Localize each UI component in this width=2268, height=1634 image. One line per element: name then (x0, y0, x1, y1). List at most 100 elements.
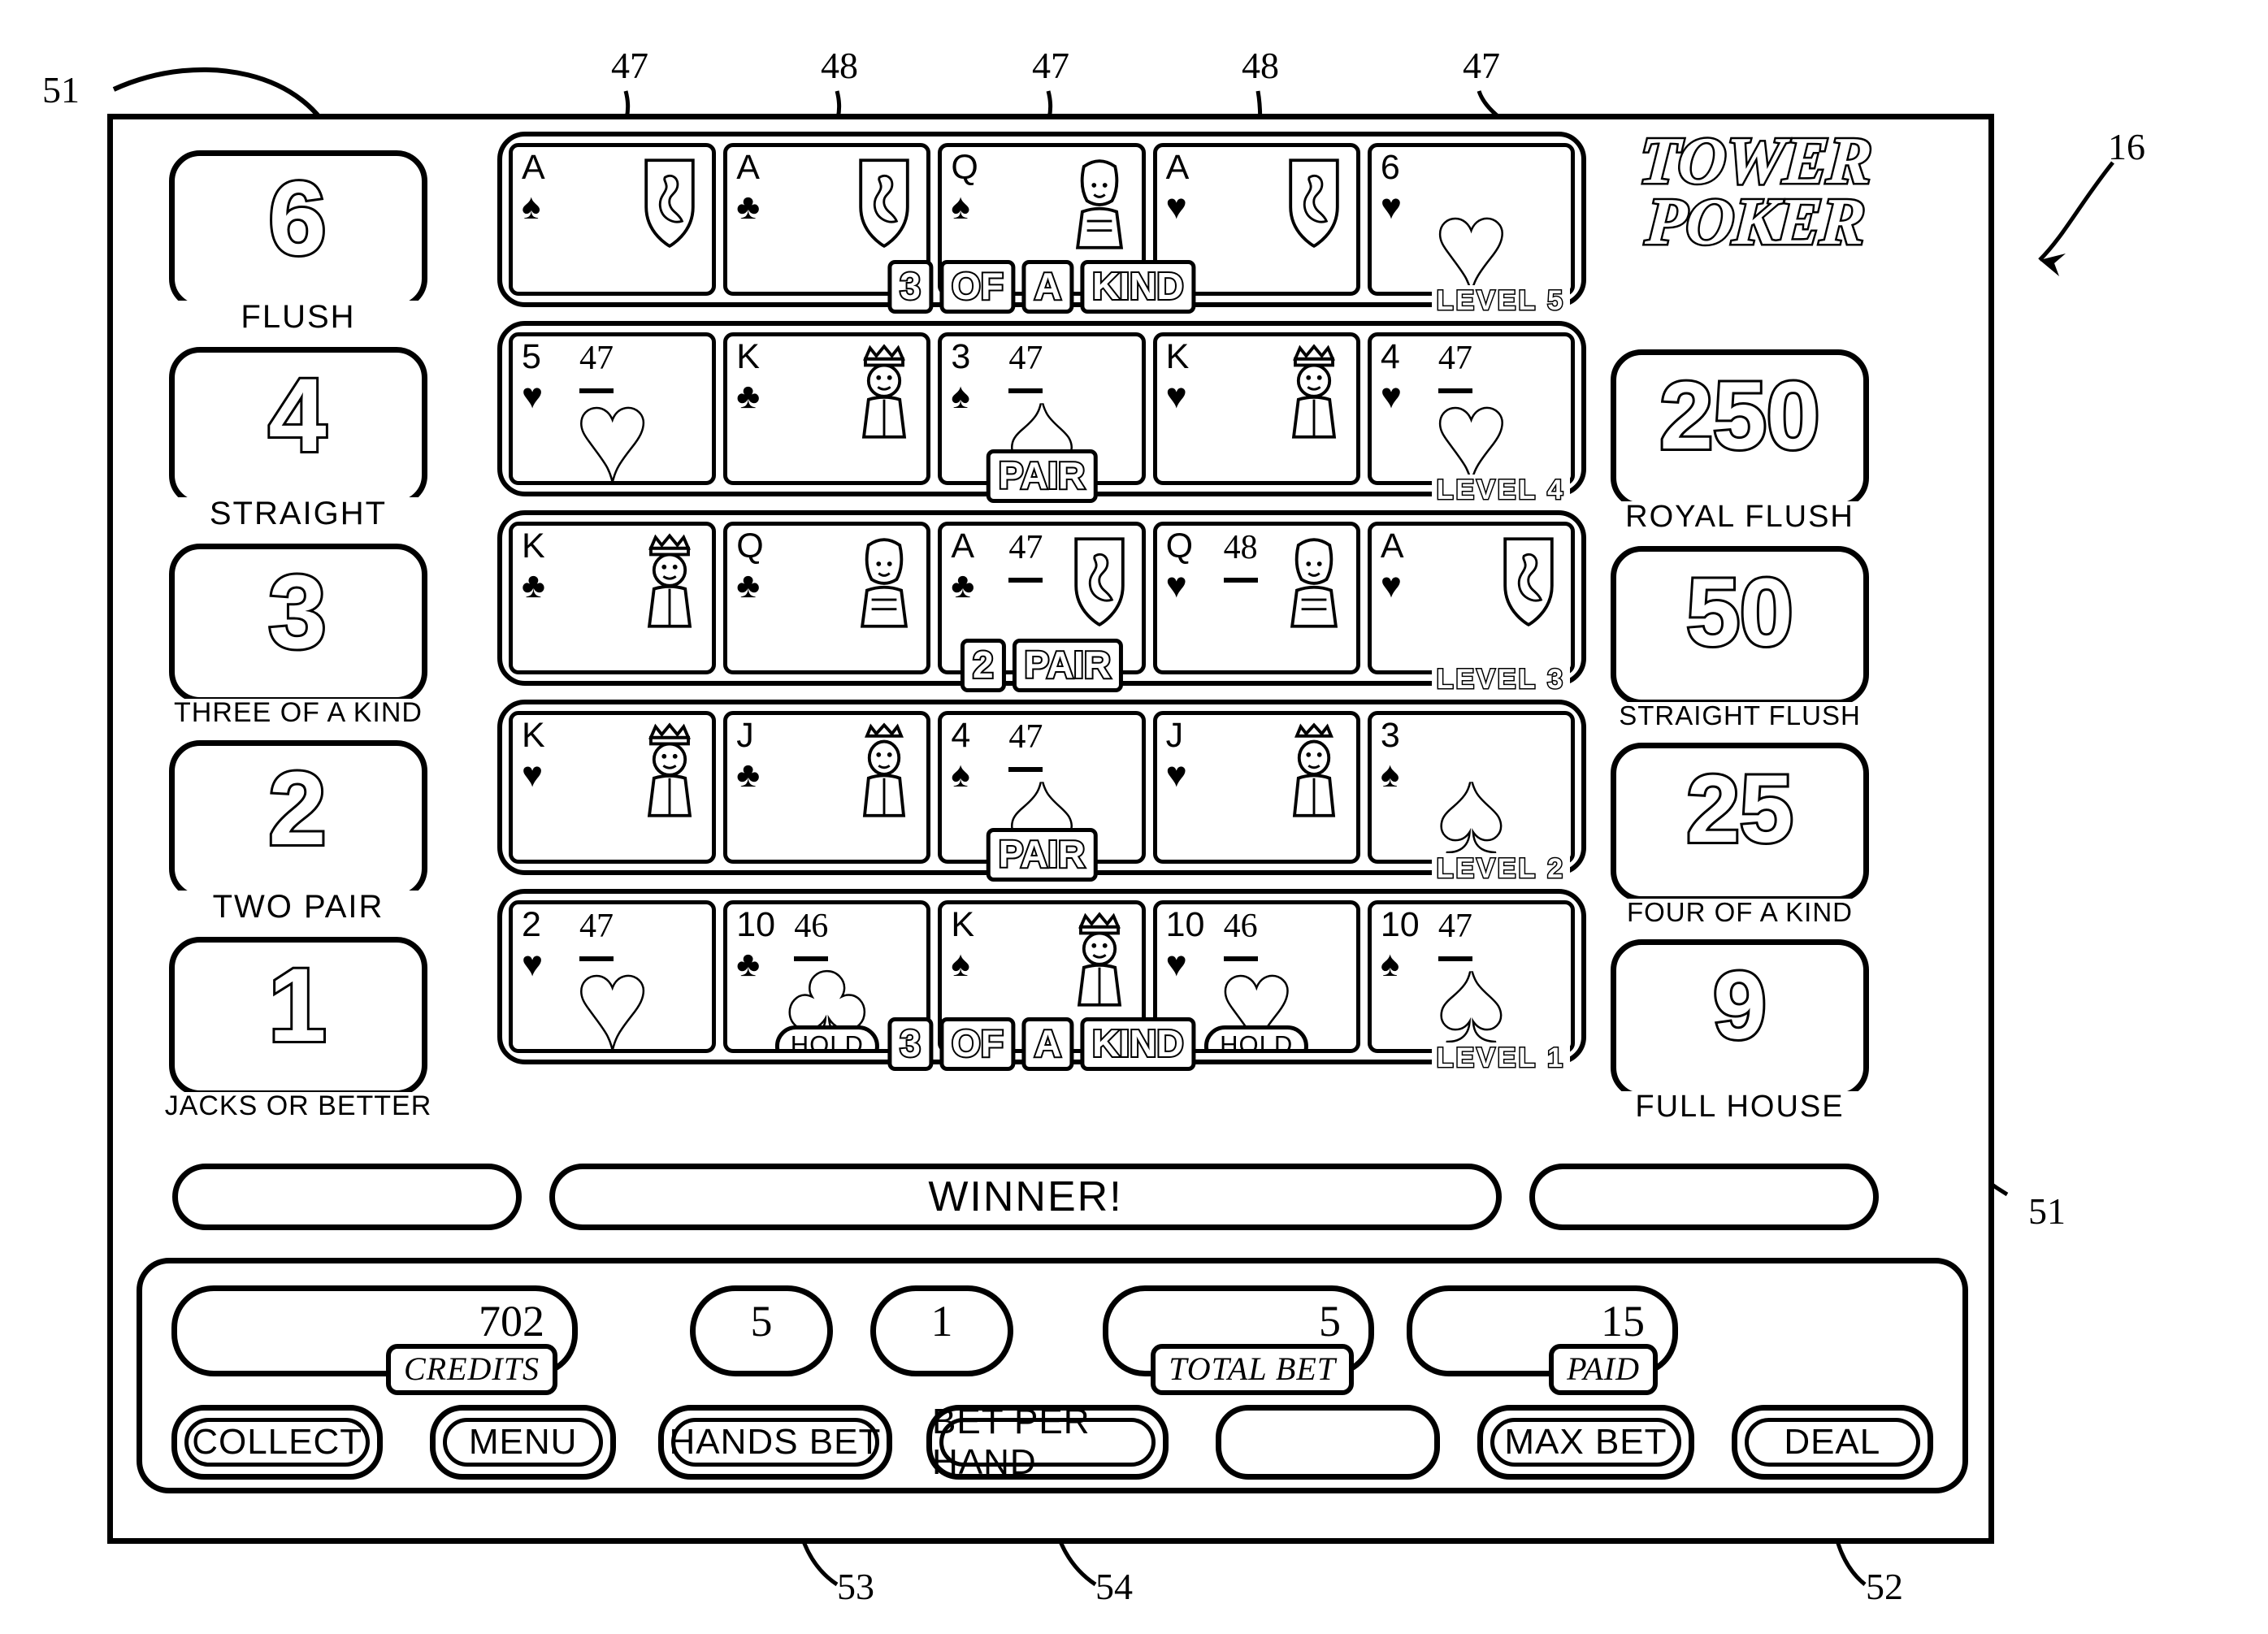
hand-row-level-4[interactable]: 5 ♥ 47 ♥ K ♣ 3 ♠ 47 ♠ K ♥ 4 ♥ 47 ♥ PAIR LEVEL 4 (497, 321, 1586, 507)
ref-52: 52 (1866, 1566, 1903, 1607)
card-large-suit-icon: ♥ (575, 934, 651, 1053)
playing-card[interactable]: A ♣ (723, 143, 931, 296)
paytable-item-full-house[interactable]: 9 FULL HOUSE (1581, 939, 1899, 1122)
max-bet-button[interactable]: MAX BET (1477, 1405, 1694, 1480)
paytable-item-straight[interactable]: 4 STRAIGHT (142, 347, 454, 530)
queen-face-icon (1075, 159, 1123, 249)
card-large-suit-icon: ♠ (1437, 745, 1506, 864)
card-rank: J (1165, 716, 1184, 755)
playing-card[interactable]: 2 ♥ 47 ♥ (509, 900, 717, 1053)
card-face-art (1060, 527, 1138, 638)
playing-card[interactable]: 10 ♥ 46 ♥ HOLD (1152, 900, 1360, 1053)
shield-crest-icon (859, 158, 910, 249)
card-rank: 2 (522, 905, 541, 944)
playing-card[interactable]: A ♣ 47 (938, 522, 1146, 674)
playing-card[interactable]: 10 ♣ 46 ♣ HOLD (723, 900, 931, 1053)
ref-53: 53 (837, 1566, 874, 1607)
playing-card[interactable]: Q ♣ (723, 522, 931, 674)
playing-card[interactable]: K ♥ (1152, 332, 1360, 485)
playing-card[interactable]: 4 ♠ 47 ♠ (938, 711, 1146, 864)
paytable-item-jacks-or-better[interactable]: 1 JACKS OR BETTER (142, 937, 454, 1120)
card-suit-icon: ♥ (1165, 755, 1187, 795)
bet-per-hand-meter: 1 (870, 1285, 1013, 1376)
playing-card[interactable]: 5 ♥ 47 ♥ (509, 332, 717, 485)
paytable-item-three-of-a-kind[interactable]: 3 THREE OF A KIND (142, 544, 454, 726)
menu-button[interactable]: MENU (430, 1405, 616, 1480)
king-face-icon (862, 344, 907, 439)
card-suit-icon: ♣ (522, 566, 545, 605)
playing-card[interactable]: J ♥ (1152, 711, 1360, 864)
playing-card[interactable]: A ♥ (1367, 522, 1576, 674)
playing-card[interactable]: K ♣ (509, 522, 717, 674)
deal-button[interactable]: DEAL (1731, 1405, 1933, 1480)
ref-top-2: 48 (821, 45, 858, 86)
paytable-label: JACKS OR BETTER (142, 1092, 454, 1120)
shield-crest-icon (1073, 537, 1125, 627)
tower-poker-logo: TOWER POKER (1625, 122, 1885, 261)
card-face-art (845, 717, 923, 827)
card-face-art (1060, 906, 1138, 1016)
shield-crest-icon (1289, 158, 1339, 249)
playing-card[interactable]: K ♥ (509, 711, 717, 864)
card-rank: A (1380, 527, 1404, 566)
hands-bet-button[interactable]: HANDS BET (657, 1405, 893, 1480)
card-large-suit-icon: ♥ (1433, 366, 1509, 485)
paid-value: 15 (1601, 1297, 1645, 1346)
jack-face-icon (1292, 722, 1335, 817)
ref-16: 16 (2108, 126, 2145, 167)
queen-face-icon (861, 538, 909, 628)
bet-per-hand-button[interactable]: BET PER HAND (926, 1402, 1169, 1482)
playing-card[interactable]: Q ♥ 48 (1152, 522, 1360, 674)
playing-card[interactable]: 3 ♠ ♠ (1367, 711, 1576, 864)
paytable-item-four-of-a-kind[interactable]: 25 FOUR OF A KIND (1581, 743, 1899, 925)
playing-card[interactable]: K ♣ (723, 332, 931, 485)
winner-message: WINNER! (549, 1164, 1502, 1230)
total-bet-meter: 5 TOTAL BET (1103, 1285, 1374, 1395)
level-label: LEVEL 5 (1431, 284, 1570, 318)
paytable-item-two-pair[interactable]: 2 TWO PAIR (142, 740, 454, 923)
playing-card[interactable]: K ♠ (938, 900, 1146, 1053)
ref-top-1: 47 (611, 45, 648, 86)
hold-indicator[interactable]: HOLD (774, 1025, 879, 1049)
button-row: COLLECT MENU HANDS BET BET PER HAND MAX … (171, 1402, 1933, 1482)
playing-card[interactable]: J ♣ (723, 711, 931, 864)
playing-card[interactable]: 4 ♥ 47 ♥ (1367, 332, 1576, 485)
playing-card[interactable]: 10 ♠ 47 ♠ (1367, 900, 1576, 1053)
hand-cards: K ♣ Q ♣ A ♣ 47 Q ♥ 48 A ♥ (509, 522, 1576, 674)
paytable-value: 6 (266, 161, 328, 277)
playing-card[interactable]: A ♥ (1152, 143, 1360, 296)
paytable-label: FLUSH (142, 301, 454, 333)
playing-card[interactable]: 6 ♥ ♥ (1367, 143, 1576, 296)
hand-row-level-1[interactable]: 2 ♥ 47 ♥ 10 ♣ 46 ♣ HOLD K ♠ 10 ♥ 46 ♥ HOLD 10 ♠ 47 ♠ 3 OF A KIN… (497, 889, 1586, 1075)
credits-meter: 702 CREDITS (171, 1285, 578, 1395)
paytable-item-royal-flush[interactable]: 250 ROYAL FLUSH (1581, 349, 1899, 532)
hand-row-level-3[interactable]: K ♣ Q ♣ A ♣ 47 Q ♥ 48 A ♥ 2 PAIR LEVEL 3 (497, 510, 1586, 696)
card-face-art (1275, 149, 1353, 259)
card-rank: 3 (951, 337, 971, 376)
collect-button[interactable]: COLLECT (171, 1405, 384, 1480)
card-large-suit-icon: ♥ (1433, 177, 1509, 296)
hand-row-level-2[interactable]: K ♥ J ♣ 4 ♠ 47 ♠ J ♥ 3 ♠ ♠ PAIR LEVEL 2 (497, 700, 1586, 886)
card-rank: 6 (1380, 148, 1400, 187)
card-suit-icon: ♥ (1165, 187, 1187, 227)
ref-top-4: 48 (1242, 45, 1279, 86)
hand-cards: K ♥ J ♣ 4 ♠ 47 ♠ J ♥ 3 ♠ ♠ (509, 711, 1576, 864)
level-label: LEVEL 1 (1431, 1042, 1570, 1075)
paytable-label: STRAIGHT (142, 497, 454, 530)
paytable-label: THREE OF A KIND (142, 699, 454, 726)
bet-per-hand-button-label: BET PER HAND (932, 1402, 1091, 1482)
card-face-art (1060, 149, 1138, 259)
paytable-value: 4 (266, 358, 328, 474)
bet-per-hand-value: 1 (930, 1297, 953, 1346)
blank-button[interactable] (1216, 1405, 1441, 1480)
paytable-item-flush[interactable]: 6 FLUSH (142, 150, 454, 333)
playing-card[interactable]: Q ♠ (938, 143, 1146, 296)
left-paytable: 6 FLUSH 4 STRAIGHT 3 THREE OF A KIND 2 T… (142, 150, 454, 1133)
hold-indicator[interactable]: HOLD (1204, 1025, 1309, 1049)
paytable-value: 3 (266, 554, 328, 670)
playing-card[interactable]: A ♠ (509, 143, 717, 296)
ref-51-bottom: 51 (2028, 1190, 2066, 1232)
playing-card[interactable]: 3 ♠ 47 ♠ (938, 332, 1146, 485)
hand-row-level-5[interactable]: A ♠ A ♣ Q ♠ A ♥ 6 ♥ ♥ 3 OF A KIND LEVEL 5 (497, 132, 1586, 318)
paytable-item-straight-flush[interactable]: 50 STRAIGHT FLUSH (1581, 546, 1899, 729)
